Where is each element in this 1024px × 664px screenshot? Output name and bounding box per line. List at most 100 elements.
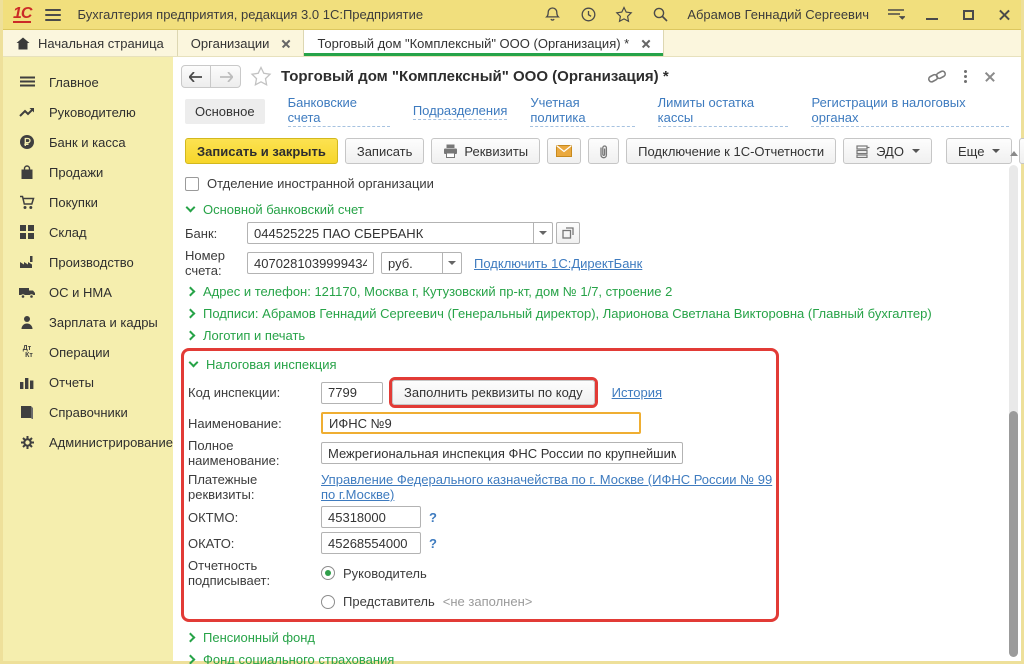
foreign-branch-checkbox[interactable]: [185, 177, 199, 191]
title-bar: 1С Бухгалтерия предприятия, редакция 3.0…: [3, 0, 1021, 30]
nav-bank-accounts[interactable]: Банковские счета: [288, 95, 390, 127]
favorite-star-icon[interactable]: [250, 66, 272, 87]
nav-departments[interactable]: Подразделения: [413, 103, 508, 120]
truck-icon: [18, 286, 36, 299]
sidebar-item-operations[interactable]: Дт Кт Операции: [3, 337, 173, 367]
debit-credit-icon: Дт Кт: [18, 345, 36, 359]
bank-dropdown-icon[interactable]: [534, 222, 553, 244]
tax-section-annotation-box: Налоговая инспекция Код инспекции: Запол…: [181, 348, 779, 622]
nav-accounting-policy[interactable]: Учетная политика: [530, 95, 634, 127]
tab-organization-card[interactable]: Торговый дом "Комплексный" ООО (Организа…: [304, 30, 664, 56]
nav-tax-registrations[interactable]: Регистрации в налоговых органах: [811, 95, 1009, 127]
tab-close-icon[interactable]: [281, 39, 290, 48]
save-button[interactable]: Записать: [345, 138, 425, 164]
connect-1c-reporting-button[interactable]: Подключение к 1С-Отчетности: [626, 138, 836, 164]
chevron-down-icon: [189, 357, 199, 367]
chevron-right-icon: [186, 654, 196, 664]
maximize-button[interactable]: [959, 6, 977, 24]
back-arrow-button[interactable]: [182, 66, 211, 87]
send-email-button[interactable]: [547, 138, 581, 164]
section-pension-fund[interactable]: Пенсионный фонд: [185, 626, 1009, 648]
account-number-input[interactable]: [247, 252, 374, 274]
okato-input[interactable]: [321, 532, 421, 554]
sidebar-item-main[interactable]: Главное: [3, 67, 173, 97]
nav-main[interactable]: Основное: [185, 99, 265, 124]
signer-head-radio[interactable]: [321, 566, 335, 580]
more-button[interactable]: Еще: [946, 138, 1012, 164]
sidebar-item-warehouse[interactable]: Склад: [3, 217, 173, 247]
bank-open-button[interactable]: [556, 222, 580, 244]
shopping-bag-icon: [18, 165, 36, 180]
paperclip-icon: [597, 144, 610, 159]
tab-close-icon[interactable]: [641, 39, 650, 48]
main-menu-icon[interactable]: [45, 9, 61, 21]
get-link-icon[interactable]: [927, 68, 947, 86]
home-icon: [16, 37, 30, 50]
currency-dropdown-icon[interactable]: [443, 252, 462, 274]
chevron-right-icon: [186, 286, 196, 296]
sidebar-item-fixed-assets[interactable]: ОС и НМА: [3, 277, 173, 307]
chevron-down-icon: [186, 202, 196, 212]
attachments-button[interactable]: [588, 138, 619, 164]
form-close-icon[interactable]: [984, 71, 995, 82]
favorites-star-icon[interactable]: [615, 6, 633, 24]
section-tax-inspection[interactable]: Налоговая инспекция: [188, 353, 776, 375]
signer-representative-label: Представитель: [343, 594, 435, 609]
inspection-name-input[interactable]: [321, 412, 641, 434]
sidebar-item-bank-cash[interactable]: Банк и касса: [3, 127, 173, 157]
sidebar-item-production[interactable]: Производство: [3, 247, 173, 277]
section-logo-stamp[interactable]: Логотип и печать: [185, 324, 1009, 346]
tab-organizations[interactable]: Организации: [178, 30, 305, 56]
section-main-bank-account[interactable]: Основной банковский счет: [185, 198, 1009, 220]
window-tab-bar: Начальная страница Организации Торговый …: [3, 30, 1021, 57]
sidebar-item-administration[interactable]: Администрирование: [3, 427, 173, 457]
requisites-button[interactable]: Реквизиты: [431, 138, 540, 164]
app-window: 1С Бухгалтерия предприятия, редакция 3.0…: [0, 0, 1024, 664]
payment-requisites-link[interactable]: Управление Федерального казначейства по …: [321, 472, 776, 502]
currency-input[interactable]: [381, 252, 443, 274]
history-link[interactable]: История: [612, 385, 662, 400]
notifications-bell-icon[interactable]: [543, 6, 561, 24]
current-user[interactable]: Абрамов Геннадий Сергеевич: [687, 7, 869, 22]
section-signatures[interactable]: Подписи: Абрамов Геннадий Сергеевич (Ген…: [185, 302, 1009, 324]
sidebar-item-salary-hr[interactable]: Зарплата и кадры: [3, 307, 173, 337]
sidebar-item-reports[interactable]: Отчеты: [3, 367, 173, 397]
signer-representative-radio[interactable]: [321, 595, 335, 609]
full-name-label: Полное наименование:: [188, 438, 321, 468]
sidebar-item-manager[interactable]: Руководителю: [3, 97, 173, 127]
edo-button[interactable]: ЭДО: [843, 138, 932, 164]
oktmo-input[interactable]: [321, 506, 421, 528]
tab-home[interactable]: Начальная страница: [3, 30, 178, 56]
book-icon: [18, 405, 36, 419]
minimize-button[interactable]: [923, 6, 941, 24]
service-settings-icon[interactable]: [887, 6, 905, 24]
search-icon[interactable]: [651, 6, 669, 24]
close-button[interactable]: [995, 6, 1013, 24]
save-and-close-button[interactable]: Записать и закрыть: [185, 138, 338, 164]
vertical-scrollbar[interactable]: [1009, 165, 1018, 657]
envelope-icon: [556, 145, 572, 157]
sidebar-item-purchases[interactable]: Покупки: [3, 187, 173, 217]
bank-input[interactable]: [247, 222, 534, 244]
inspection-code-input[interactable]: [321, 382, 383, 404]
okato-label: ОКАТО:: [188, 536, 321, 551]
forward-arrow-button[interactable]: [211, 66, 240, 87]
foreign-branch-label: Отделение иностранной организации: [207, 176, 434, 191]
oktmo-label: ОКТМО:: [188, 510, 321, 525]
nav-cash-limits[interactable]: Лимиты остатка кассы: [658, 95, 789, 127]
history-icon[interactable]: [579, 6, 597, 24]
printer-icon: [443, 144, 458, 158]
oktmo-help-icon[interactable]: ?: [429, 510, 437, 525]
section-address-phone[interactable]: Адрес и телефон: 121170, Москва г, Кутуз…: [185, 280, 1009, 302]
section-social-insurance[interactable]: Фонд социального страхования: [185, 648, 1009, 664]
okato-help-icon[interactable]: ?: [429, 536, 437, 551]
sidebar-item-directories[interactable]: Справочники: [3, 397, 173, 427]
fill-requisites-by-code-button[interactable]: Заполнить реквизиты по коду: [392, 380, 595, 405]
scrollbar-thumb[interactable]: [1009, 411, 1018, 657]
scroll-up-icon[interactable]: [1010, 151, 1018, 156]
inspection-full-name-input[interactable]: [321, 442, 683, 464]
help-button[interactable]: ?: [1019, 138, 1024, 164]
sidebar-item-sales[interactable]: Продажи: [3, 157, 173, 187]
more-actions-kebab-icon[interactable]: [964, 70, 967, 83]
directbank-link[interactable]: Подключить 1С:ДиректБанк: [474, 256, 642, 271]
